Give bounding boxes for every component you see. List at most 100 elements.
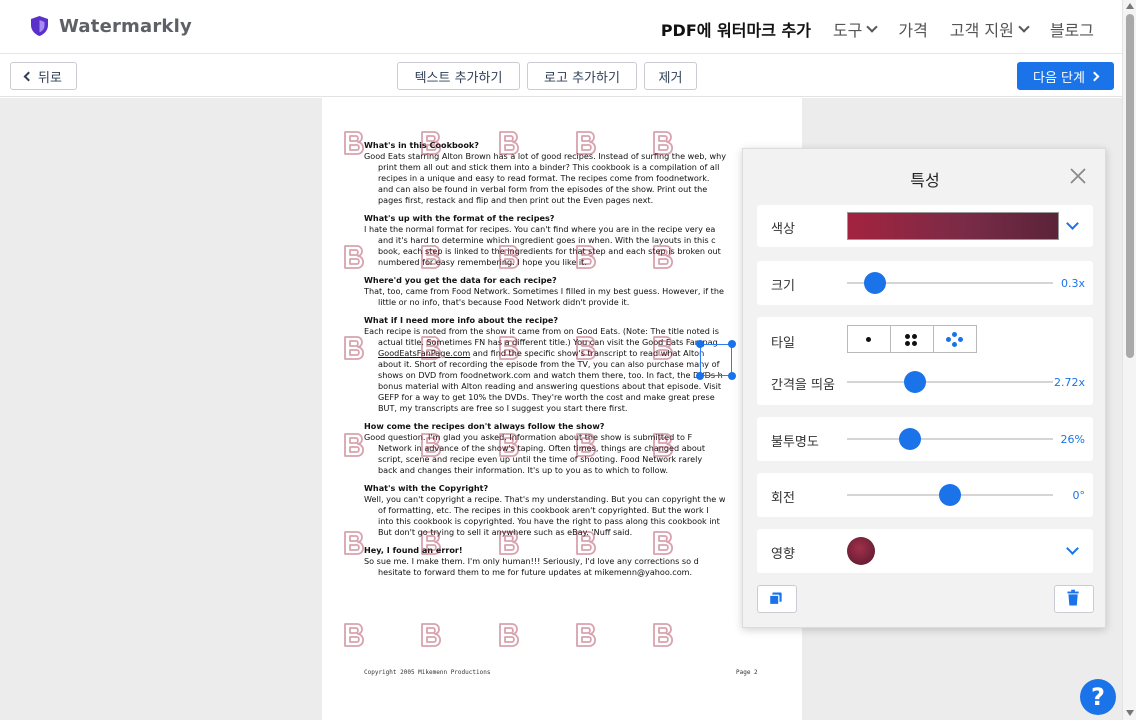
dot-icon (866, 337, 871, 342)
top-navigation: Watermarkly PDF에 워터마크 추가 도구 가격 고객 지원 블로그 (0, 0, 1122, 54)
chevron-down-icon (866, 20, 879, 33)
watermark-selection-box[interactable] (696, 340, 736, 380)
effect-swatch[interactable] (847, 537, 875, 565)
remove-button[interactable]: 제거 (644, 62, 697, 90)
properties-panel: 특성 색상 크기 0.3x 타일 간격을 띄움 2.72x 불투명도 26% 회… (742, 148, 1106, 628)
effect-row: 영향 (757, 529, 1093, 573)
nav-item-support[interactable]: 고객 지원 (949, 17, 1030, 41)
page-scrollbar[interactable] (1122, 0, 1136, 720)
color-label: 색상 (771, 222, 795, 237)
section-heading: What if I need more info about the recip… (364, 315, 559, 325)
document-line: about it. Short of recording the episode… (378, 359, 720, 369)
rotation-slider[interactable] (847, 484, 1053, 506)
chevron-down-icon (1018, 20, 1030, 33)
back-button[interactable]: 뒤로 (10, 62, 77, 90)
duplicate-button[interactable] (757, 585, 797, 613)
trash-icon (1067, 589, 1079, 606)
nav-item-label: 가격 (898, 21, 928, 40)
close-icon[interactable] (1069, 167, 1087, 185)
size-slider[interactable] (847, 272, 1053, 294)
dot-icon (952, 342, 957, 347)
brand-name: Watermarkly (59, 15, 192, 37)
section-heading: What's in this Cookbook? (364, 140, 479, 150)
document-footer: Copyright 2005 Mikemenn Productions (364, 669, 491, 676)
dot-icon (905, 341, 910, 346)
spacing-label: 간격을 띄움 (771, 378, 835, 393)
nav-item-label: 도구 (832, 21, 863, 40)
document-line: and can also be found in verbal form fro… (378, 184, 708, 194)
document-line: GEFP for a way to get 10% the DVDs. They… (378, 392, 715, 402)
document-line: of formatting, etc. The recipes in this … (378, 505, 709, 515)
chevron-down-icon[interactable] (1066, 217, 1079, 230)
section-heading: Where'd you get the data for each recipe… (364, 275, 557, 285)
resize-handle[interactable] (696, 372, 704, 380)
nav-item-label: PDF에 워터마크 추가 (660, 21, 811, 40)
opacity-slider-knob[interactable] (899, 428, 921, 450)
scroll-up-arrow-icon[interactable] (1126, 3, 1134, 9)
scroll-down-arrow-icon[interactable] (1126, 710, 1134, 716)
size-slider-knob[interactable] (864, 272, 886, 294)
nav-item-pricing[interactable]: 가격 (898, 17, 927, 41)
scrollbar-thumb[interactable] (1126, 14, 1134, 358)
document-line: shows on DVD from foodnetwork.com and wa… (378, 370, 723, 380)
watermark-mark (653, 623, 674, 647)
opacity-slider[interactable] (847, 428, 1053, 450)
resize-handle[interactable] (728, 340, 736, 348)
resize-handle[interactable] (728, 372, 736, 380)
add-text-button[interactable]: 텍스트 추가하기 (397, 62, 520, 90)
nav-menu: PDF에 워터마크 추가 도구 가격 고객 지원 블로그 (639, 17, 1094, 41)
help-button[interactable]: ? (1080, 679, 1116, 715)
brand[interactable]: Watermarkly (30, 15, 192, 37)
nav-item-label: 고객 지원 (949, 21, 1014, 40)
document-line: book, each step is linked to the ingredi… (378, 246, 721, 256)
nav-item-add-watermark-pdf[interactable]: PDF에 워터마크 추가 (661, 17, 811, 41)
nav-item-blog[interactable]: 블로그 (1050, 17, 1094, 41)
opacity-label: 불투명도 (771, 435, 819, 450)
spacing-slider-knob[interactable] (904, 371, 926, 393)
tile-option-diamond[interactable] (934, 326, 976, 352)
chevron-down-icon[interactable] (1066, 542, 1079, 555)
opacity-row: 불투명도 26% (757, 417, 1093, 461)
document-line: recipes in a unique and easy to read for… (378, 173, 710, 183)
tile-option-single[interactable] (848, 326, 891, 352)
document-line: back and changes their information. It's… (378, 465, 669, 475)
document-line: Network in advance of the show's taping.… (378, 443, 706, 453)
next-step-label: 다음 단계 (1033, 70, 1085, 86)
document-text: What's in this Cookbook? Good Eats starri… (364, 140, 802, 578)
document-link-line[interactable]: GoodEatsFanPage.com and find the specifi… (364, 348, 802, 359)
tile-option-grid[interactable] (891, 326, 934, 352)
document-line: bonus material with Alton reading and an… (378, 381, 722, 391)
editor-toolbar: 뒤로 텍스트 추가하기 로고 추가하기 제거 다음 단계 (0, 55, 1122, 97)
dot-icon (958, 337, 963, 342)
watermark-mark (421, 623, 442, 647)
nav-item-label: 블로그 (1049, 21, 1094, 40)
rotation-row: 회전 0° (757, 473, 1093, 517)
section-heading: Hey, I found an error! (364, 545, 463, 555)
section-heading: What's with the Copyright? (364, 483, 489, 493)
add-logo-button[interactable]: 로고 추가하기 (527, 62, 637, 90)
panel-title: 특성 (910, 171, 940, 190)
nav-item-tools[interactable]: 도구 (832, 17, 879, 41)
document-link[interactable]: GoodEatsFanPage.com (378, 348, 470, 358)
document-line: numbered for easy remembering. I hope yo… (378, 257, 587, 267)
color-row: 색상 (757, 205, 1093, 247)
document-line: actual title. Sometimes FN has a differe… (378, 337, 718, 347)
watermark-mark (344, 623, 365, 647)
rotation-slider-knob[interactable] (939, 484, 961, 506)
resize-handle[interactable] (696, 340, 704, 348)
section-heading: What's up with the format of the recipes… (364, 213, 555, 223)
color-swatch[interactable] (847, 212, 1059, 240)
dot-icon (912, 341, 917, 346)
effect-label: 영향 (771, 547, 795, 562)
spacing-slider[interactable] (847, 371, 1053, 393)
document-line: That, too, came from Food Network. Somet… (364, 286, 724, 296)
document-line: print them all out and stick them into a… (378, 162, 720, 172)
next-step-button[interactable]: 다음 단계 (1017, 62, 1114, 90)
delete-button[interactable] (1054, 585, 1094, 613)
document-line: I hate the normal format for recipes. Yo… (364, 224, 716, 234)
tile-options (847, 325, 977, 353)
pdf-page[interactable]: What's in this Cookbook? Good Eats starri… (322, 98, 802, 720)
document-line: little or no info, that's because Food N… (378, 297, 630, 307)
duplicate-icon (768, 592, 782, 606)
